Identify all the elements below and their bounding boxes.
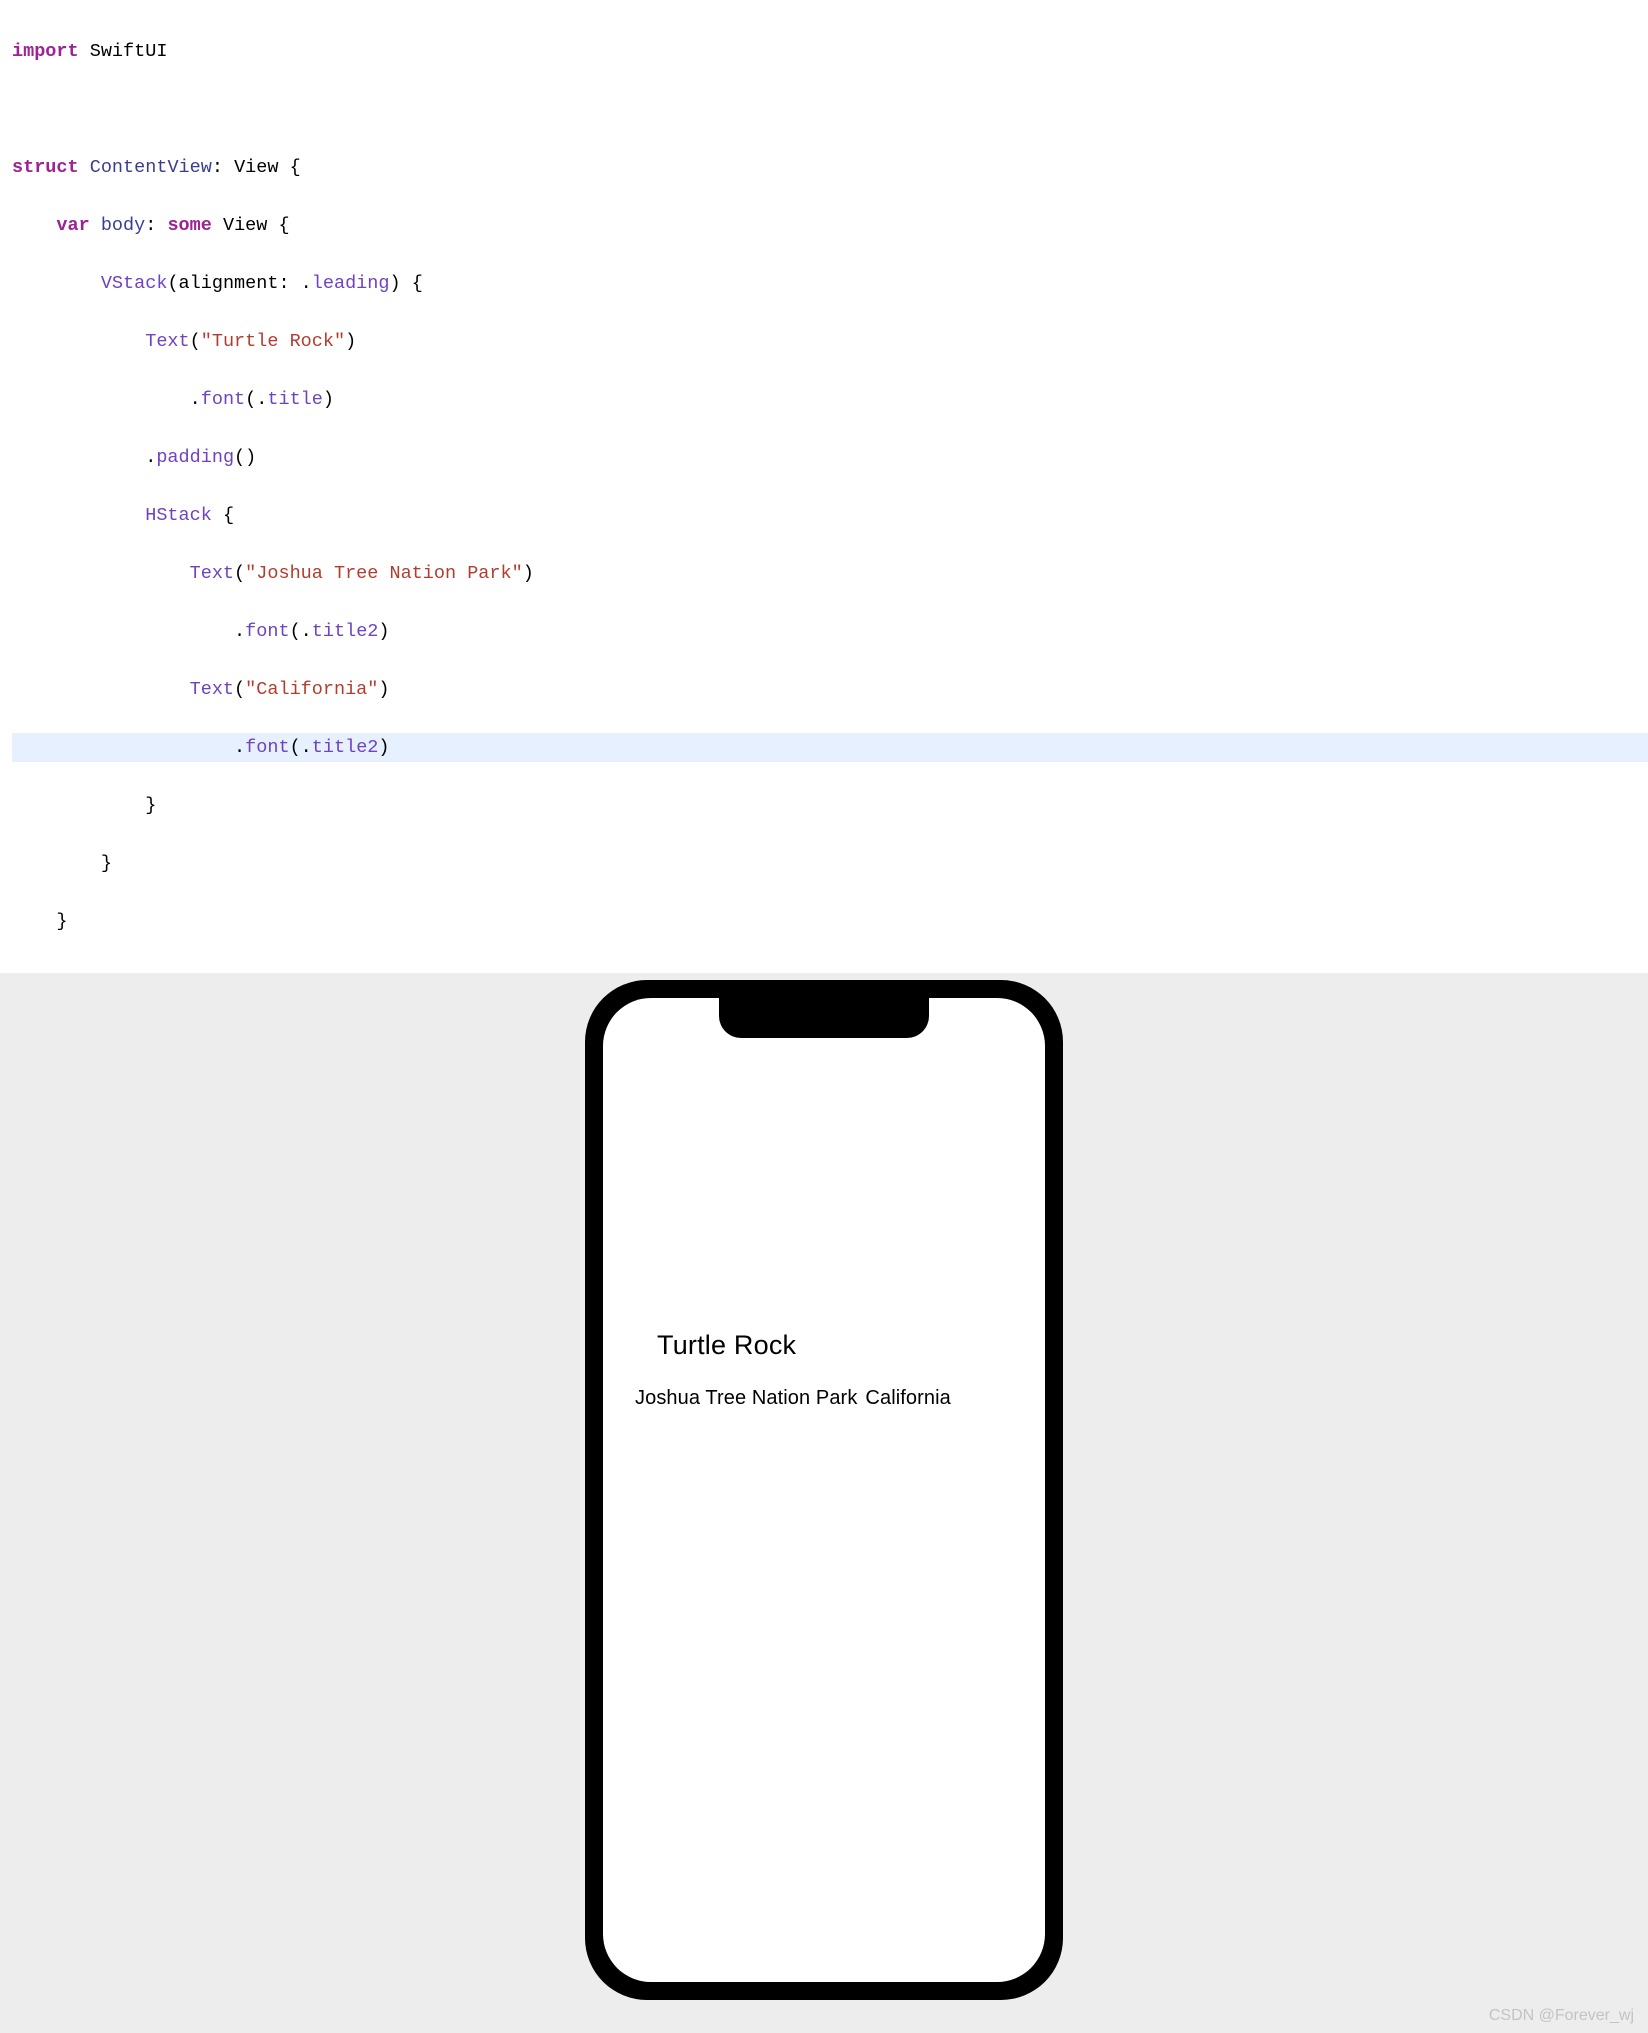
code-line: Text("California") bbox=[12, 675, 1648, 704]
enum-title: title bbox=[267, 389, 323, 410]
code-line bbox=[12, 95, 1648, 124]
code-text: . bbox=[12, 737, 245, 758]
close-brace: } bbox=[12, 795, 156, 816]
code-text: . bbox=[12, 621, 245, 642]
preview-content: Turtle Rock Joshua Tree Nation Park Cali… bbox=[603, 998, 1045, 1982]
code-line: .font(.title2) bbox=[12, 617, 1648, 646]
string-literal: "California" bbox=[245, 679, 378, 700]
paren: ( bbox=[190, 331, 201, 352]
paren: ) bbox=[345, 331, 356, 352]
code-line: .font(.title) bbox=[12, 385, 1648, 414]
code-text: . bbox=[12, 447, 156, 468]
code-line: Text("Joshua Tree Nation Park") bbox=[12, 559, 1648, 588]
close-brace: } bbox=[12, 911, 68, 932]
subtitle-label-2: California bbox=[865, 1387, 950, 1410]
type-name: ContentView bbox=[79, 157, 212, 178]
code-text: . bbox=[12, 389, 201, 410]
keyword-struct: struct bbox=[12, 157, 79, 178]
code-line: .padding() bbox=[12, 443, 1648, 472]
type-text: Text bbox=[12, 563, 234, 584]
hstack-preview: Joshua Tree Nation Park California bbox=[635, 1387, 951, 1410]
code-line: import SwiftUI bbox=[12, 37, 1648, 66]
code-line: } bbox=[12, 907, 1648, 936]
watermark-text: CSDN @Forever_wj bbox=[1489, 2007, 1634, 2025]
code-line: HStack { bbox=[12, 501, 1648, 530]
paren: ) bbox=[523, 563, 534, 584]
title-label: Turtle Rock bbox=[657, 1330, 951, 1361]
iphone-frame: Turtle Rock Joshua Tree Nation Park Cali… bbox=[585, 980, 1063, 2000]
paren: ) bbox=[323, 389, 334, 410]
code-text: { bbox=[212, 505, 234, 526]
paren: ( bbox=[234, 679, 245, 700]
highlighted-code-line: .font(.title2) bbox=[12, 733, 1648, 762]
enum-title2: title2 bbox=[312, 621, 379, 642]
type-text: Text bbox=[12, 679, 234, 700]
iphone-screen: Turtle Rock Joshua Tree Nation Park Cali… bbox=[603, 998, 1045, 1982]
code-line: struct ContentView: View { bbox=[12, 153, 1648, 182]
keyword-import: import bbox=[12, 41, 79, 62]
code-editor[interactable]: import SwiftUI struct ContentView: View … bbox=[0, 0, 1648, 973]
string-literal: "Joshua Tree Nation Park" bbox=[245, 563, 523, 584]
paren: (. bbox=[290, 737, 312, 758]
code-line: } bbox=[12, 849, 1648, 878]
enum-leading: leading bbox=[312, 273, 390, 294]
subtitle-label-1: Joshua Tree Nation Park bbox=[635, 1387, 857, 1410]
keyword-some: some bbox=[167, 215, 211, 236]
code-line: var body: some View { bbox=[12, 211, 1648, 240]
code-line: Text("Turtle Rock") bbox=[12, 327, 1648, 356]
type-vstack: VStack bbox=[12, 273, 167, 294]
module-name: SwiftUI bbox=[79, 41, 168, 62]
vstack-preview: Turtle Rock Joshua Tree Nation Park Cali… bbox=[635, 1330, 951, 1410]
enum-title2: title2 bbox=[312, 737, 379, 758]
method-font: font bbox=[245, 621, 289, 642]
paren: ) bbox=[378, 679, 389, 700]
code-text: : View { bbox=[212, 157, 301, 178]
keyword-var: var bbox=[12, 215, 90, 236]
type-text: Text bbox=[12, 331, 190, 352]
type-hstack: HStack bbox=[12, 505, 212, 526]
preview-canvas[interactable]: Turtle Rock Joshua Tree Nation Park Cali… bbox=[0, 973, 1648, 2033]
method-padding: padding bbox=[156, 447, 234, 468]
code-text: ) { bbox=[389, 273, 422, 294]
code-text: (alignment: . bbox=[167, 273, 311, 294]
close-brace: } bbox=[12, 853, 112, 874]
paren: (. bbox=[245, 389, 267, 410]
code-text: View { bbox=[212, 215, 290, 236]
code-line: } bbox=[12, 791, 1648, 820]
paren: (. bbox=[290, 621, 312, 642]
code-line: VStack(alignment: .leading) { bbox=[12, 269, 1648, 298]
parens: () bbox=[234, 447, 256, 468]
paren: ) bbox=[378, 621, 389, 642]
string-literal: "Turtle Rock" bbox=[201, 331, 345, 352]
code-text: : bbox=[145, 215, 167, 236]
paren: ( bbox=[234, 563, 245, 584]
property-name: body bbox=[90, 215, 146, 236]
paren: ) bbox=[378, 737, 389, 758]
method-font: font bbox=[245, 737, 289, 758]
method-font: font bbox=[201, 389, 245, 410]
